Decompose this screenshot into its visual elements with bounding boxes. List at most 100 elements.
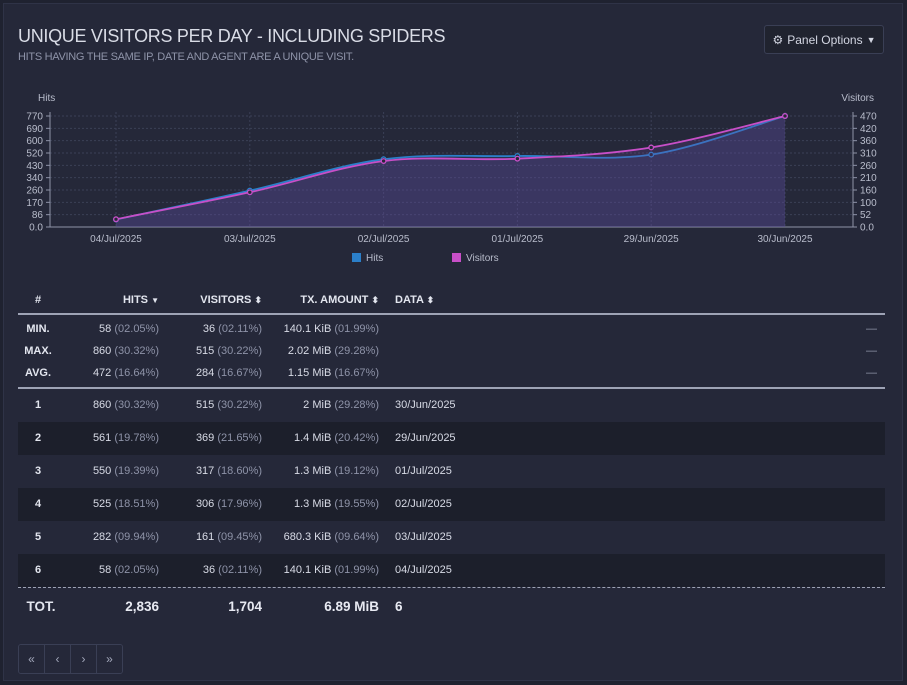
- sort-desc-icon: ▼: [151, 296, 159, 305]
- right-tick-label: 100: [860, 198, 877, 209]
- summary-data: —: [866, 345, 877, 357]
- row-visitors: 317 (18.60%): [196, 455, 262, 488]
- col-data-label: DATA: [395, 294, 424, 306]
- panel: UNIQUE VISITORS PER DAY - INCLUDING SPID…: [3, 3, 903, 681]
- row-number: 1: [34, 399, 42, 411]
- tx-percent: (19.55%): [334, 498, 379, 510]
- row-number: 4: [34, 498, 42, 510]
- row-number: 3: [34, 465, 42, 477]
- x-tick-label: 03/Jul/2025: [224, 234, 276, 245]
- right-axis-title: Visitors: [841, 93, 874, 104]
- total-label: TOT.: [26, 599, 56, 614]
- prev-page-button[interactable]: ‹: [45, 645, 71, 673]
- right-tick-label: 160: [860, 186, 877, 197]
- left-tick-label: 520: [26, 149, 43, 160]
- total-data: 6: [395, 599, 403, 614]
- left-tick-label: 86: [32, 210, 44, 221]
- summary-block: MIN. 58 (02.05%) 36 (02.11%) 140.1 KiB (01.…: [18, 315, 885, 389]
- summary-row: MIN. 58 (02.05%) 36 (02.11%) 140.1 KiB (01.…: [18, 318, 885, 340]
- hits-percent: (02.05%): [114, 564, 159, 576]
- right-tick-label: 470: [860, 112, 877, 123]
- row-visitors: 515 (30.22%): [196, 389, 262, 422]
- tx-value: 1.15 MiB: [287, 367, 332, 379]
- data-point-visitors: [113, 216, 119, 223]
- left-tick-label: 340: [26, 173, 43, 184]
- tx-percent: (01.99%): [334, 323, 379, 335]
- left-tick-label: 170: [26, 198, 43, 209]
- col-visitors-label: VISITORS: [200, 294, 252, 306]
- visitors-percent: (17.96%): [217, 498, 262, 510]
- table-row[interactable]: 6 58 (02.05%) 36 (02.11%) 140.1 KiB (01.99%…: [18, 554, 885, 587]
- table-header: # HITS ▼ VISITORS ⬍ TX. AMOUNT ⬍ DATA ⬍: [18, 287, 885, 315]
- series-area-visitors: [116, 116, 785, 227]
- row-visitors: 36 (02.11%): [203, 554, 262, 587]
- table-row[interactable]: 3 550 (19.39%) 317 (18.60%) 1.3 MiB (19.12%…: [18, 455, 885, 488]
- row-tx: 1.4 MiB (20.42%): [294, 422, 379, 455]
- hits-percent: (30.32%): [114, 399, 159, 411]
- sort-icon: ⬍: [371, 295, 379, 305]
- left-tick-label: 690: [26, 124, 43, 135]
- visitors-value: 161: [195, 531, 215, 543]
- tx-percent: (01.99%): [334, 564, 379, 576]
- legend-swatch-visitors: [452, 253, 461, 262]
- x-tick-label: 01/Jul/2025: [492, 234, 544, 245]
- hits-percent: (18.51%): [114, 498, 159, 510]
- col-hits-header[interactable]: HITS ▼: [123, 287, 159, 314]
- x-tick-label: 30/Jun/2025: [757, 234, 812, 245]
- row-visitors: 306 (17.96%): [196, 488, 262, 521]
- right-tick-label: 260: [860, 161, 877, 172]
- row-hits: 282 (09.94%): [93, 521, 159, 554]
- hits-percent: (19.78%): [114, 432, 159, 444]
- table-row[interactable]: 4 525 (18.51%) 306 (17.96%) 1.3 MiB (19.55%…: [18, 488, 885, 521]
- summary-row: AVG. 472 (16.64%) 284 (16.67%) 1.15 MiB (16…: [18, 362, 885, 384]
- next-page-button[interactable]: ›: [71, 645, 97, 673]
- first-page-button[interactable]: «: [19, 645, 45, 673]
- tx-value: 140.1 KiB: [283, 323, 332, 335]
- tx-percent: (20.42%): [334, 432, 379, 444]
- hits-value: 58: [99, 564, 112, 576]
- table-row[interactable]: 1 860 (30.32%) 515 (30.22%) 2 MiB (29.28%) 3…: [18, 389, 885, 422]
- tx-value: 2.02 MiB: [287, 345, 332, 357]
- summary-visitors: 515 (30.22%): [196, 340, 262, 362]
- visitors-percent: (09.45%): [217, 531, 262, 543]
- hits-value: 860: [92, 399, 112, 411]
- row-number: 5: [34, 531, 42, 543]
- hits-percent: (02.05%): [114, 323, 159, 335]
- summary-visitors: 284 (16.67%): [196, 362, 262, 384]
- right-tick-label: 360: [860, 136, 877, 147]
- table-row[interactable]: 5 282 (09.94%) 161 (09.45%) 680.3 KiB (09.6…: [18, 521, 885, 554]
- visitors-value: 36: [202, 564, 216, 576]
- summary-data: —: [866, 367, 877, 379]
- tx-value: 680.3 KiB: [283, 531, 332, 543]
- left-tick-label: 260: [26, 186, 43, 197]
- row-number: 2: [34, 432, 42, 444]
- row-hits: 525 (18.51%): [93, 488, 159, 521]
- table-row[interactable]: 2 561 (19.78%) 369 (21.65%) 1.4 MiB (20.42%…: [18, 422, 885, 455]
- row-visitors: 369 (21.65%): [196, 422, 262, 455]
- tx-percent: (09.64%): [334, 531, 379, 543]
- col-hits-label: HITS: [122, 294, 149, 306]
- data-point-visitors: [782, 113, 788, 119]
- col-visitors-header[interactable]: VISITORS ⬍: [200, 287, 262, 313]
- col-tx-header[interactable]: TX. AMOUNT ⬍: [300, 287, 379, 313]
- hits-value: 282: [92, 531, 112, 543]
- visitors-value: 515: [195, 345, 215, 357]
- col-data-header[interactable]: DATA ⬍: [395, 287, 434, 313]
- last-page-button[interactable]: »: [97, 645, 122, 673]
- visitors-value: 306: [195, 498, 215, 510]
- total-visitors: 1,704: [228, 599, 262, 614]
- total-hits: 2,836: [125, 599, 159, 614]
- legend-label-visitors: Visitors: [466, 253, 499, 264]
- row-date: 02/Jul/2025: [395, 498, 452, 510]
- right-tick-label: 420: [860, 124, 877, 135]
- summary-label: AVG.: [24, 367, 52, 379]
- summary-hits: 58 (02.05%): [99, 318, 159, 340]
- legend-label-hits: Hits: [366, 253, 383, 264]
- right-tick-label: 0.0: [860, 223, 874, 234]
- hits-value: 561: [92, 432, 112, 444]
- row-hits: 58 (02.05%): [99, 554, 159, 587]
- visitors-value: 317: [195, 465, 215, 477]
- tx-value: 1.3 MiB: [294, 465, 332, 477]
- hits-percent: (09.94%): [114, 531, 159, 543]
- row-hits: 860 (30.32%): [93, 389, 159, 422]
